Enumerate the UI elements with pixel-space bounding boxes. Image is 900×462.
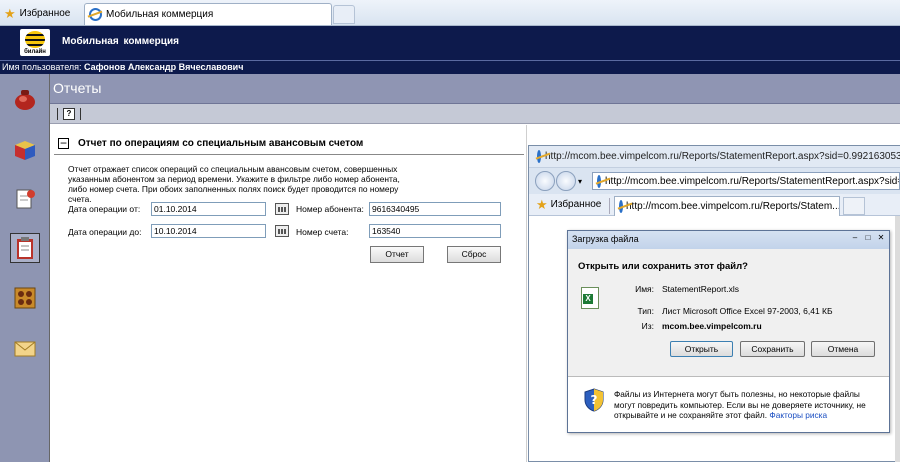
back-button[interactable]	[535, 171, 555, 191]
date-to-label: Дата операции до:	[68, 227, 142, 237]
nav-dropdown-icon[interactable]: ▾	[578, 177, 582, 186]
collapse-toggle[interactable]: −	[58, 137, 69, 149]
user-name: Сафонов Александр Вячеславович	[84, 62, 244, 72]
dialog-title: Загрузка файла	[568, 231, 889, 249]
file-name-value: StatementReport.xls	[662, 284, 740, 294]
subscriber-label: Номер абонента:	[296, 204, 364, 214]
browser-tab[interactable]: Мобильная коммерция	[84, 3, 332, 25]
purse-icon[interactable]	[12, 86, 38, 112]
user-label: Имя пользователя:	[2, 62, 82, 72]
divider	[54, 154, 524, 155]
file-name-label: Имя:	[635, 284, 654, 294]
close-icon[interactable]: ✕	[876, 233, 886, 243]
page-header	[50, 74, 900, 104]
clipboard-icon[interactable]	[12, 235, 38, 261]
date-from-input[interactable]: 01.10.2014	[151, 202, 266, 216]
maximize-icon[interactable]: □	[863, 233, 873, 243]
ie-icon	[89, 8, 102, 21]
warning-message: Файлы из Интернета могут быть полезны, н…	[614, 389, 866, 420]
svg-text:?: ?	[591, 393, 598, 407]
shield-icon: ?	[584, 388, 604, 412]
file-type-value: Лист Microsoft Office Excel 97-2003, 6,4…	[662, 306, 833, 316]
report-description: Отчет отражает список операций со специа…	[68, 164, 400, 204]
gift-box-icon[interactable]	[12, 136, 38, 162]
favorites-label: Избранное	[19, 7, 71, 19]
date-from-label: Дата операции от:	[68, 204, 141, 214]
app-title: Мобильная коммерция	[62, 36, 179, 47]
page-title: Отчеты	[53, 80, 102, 96]
warning-text: Файлы из Интернета могут быть полезны, н…	[614, 389, 878, 421]
account-label: Номер счета:	[296, 227, 349, 237]
open-button[interactable]: Открыть	[670, 341, 733, 357]
file-source-label: Из:	[641, 321, 654, 331]
help-button[interactable]: ?	[63, 108, 75, 120]
toolbar-separator	[80, 108, 81, 120]
ie-icon	[597, 174, 601, 188]
account-input[interactable]: 163540	[369, 224, 501, 238]
star-icon: ★	[4, 5, 16, 21]
ie-icon	[537, 150, 541, 163]
popup-favorites-label: Избранное	[550, 199, 602, 210]
save-button[interactable]: Сохранить	[740, 341, 805, 357]
reset-button[interactable]: Сброс	[447, 246, 501, 263]
toolbar-separator	[57, 108, 58, 120]
subscriber-input[interactable]: 9616340495	[369, 202, 501, 216]
minimize-icon[interactable]: –	[850, 233, 860, 243]
dialog-question: Открыть или сохранить этот файл?	[578, 261, 748, 272]
risk-factors-link[interactable]: Факторы риска	[769, 410, 827, 420]
logo-stripes-icon	[25, 31, 45, 48]
logo-text: билайн	[24, 49, 46, 55]
forward-button[interactable]	[556, 171, 576, 191]
file-type-label: Тип:	[637, 306, 654, 316]
scrollbar[interactable]	[895, 216, 900, 462]
popup-tab[interactable]: http://mcom.bee.vimpelcom.ru/Reports/Sta…	[614, 196, 840, 216]
address-url: http://mcom.bee.vimpelcom.ru/Reports/Sta…	[605, 175, 900, 187]
envelope-icon[interactable]	[12, 335, 38, 361]
popup-title-url: http://mcom.bee.vimpelcom.ru/Reports/Sta…	[545, 151, 900, 162]
document-add-icon[interactable]	[12, 186, 38, 212]
favorites-button[interactable]: ★ Избранное	[4, 4, 70, 22]
address-bar[interactable]: http://mcom.bee.vimpelcom.ru/Reports/Sta…	[592, 172, 900, 190]
browser-tab-title: Мобильная коммерция	[106, 9, 214, 20]
toolbar-separator	[609, 198, 610, 214]
toolbar	[50, 104, 900, 124]
popup-title-bar: http://mcom.bee.vimpelcom.ru/Reports/Sta…	[529, 146, 900, 168]
new-tab-button[interactable]	[333, 5, 355, 24]
ie-icon	[619, 200, 623, 213]
file-source-value: mcom.bee.vimpelcom.ru	[662, 321, 762, 331]
cancel-button[interactable]: Отмена	[811, 341, 875, 357]
user-bar: Имя пользователя: Сафонов Александр Вяче…	[0, 60, 900, 74]
beeline-logo: билайн	[20, 29, 50, 56]
star-icon: ★	[536, 197, 548, 212]
popup-tab-title: http://mcom.bee.vimpelcom.ru/Reports/Sta…	[626, 201, 840, 212]
sidebar	[0, 74, 50, 462]
grid-box-icon[interactable]	[12, 285, 38, 311]
calendar-icon[interactable]	[275, 203, 289, 215]
calendar-icon[interactable]	[275, 225, 289, 237]
section-title: Отчет по операциям со специальным авансо…	[78, 138, 364, 149]
popup-favorites-button[interactable]: ★ Избранное	[536, 198, 601, 211]
panel-edge	[526, 125, 527, 462]
excel-file-icon	[581, 287, 599, 309]
new-tab-button[interactable]	[843, 197, 865, 215]
report-button[interactable]: Отчет	[370, 246, 424, 263]
date-to-input[interactable]: 10.10.2014	[151, 224, 266, 238]
